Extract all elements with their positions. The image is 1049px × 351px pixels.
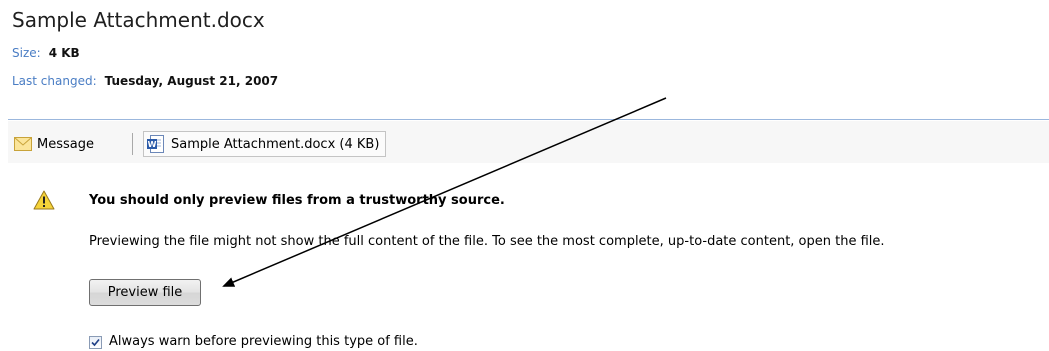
attachment-tab-bar: Message W Sample Attachment.docx (4 KB) [8, 121, 1049, 163]
always-warn-checkbox[interactable] [89, 336, 102, 349]
warning-body: Previewing the file might not show the f… [89, 234, 885, 249]
svg-text:W: W [148, 140, 157, 149]
last-changed-value: Tuesday, August 21, 2007 [104, 74, 279, 88]
warning-heading: You should only preview files from a tru… [89, 193, 505, 208]
envelope-icon [14, 137, 32, 151]
tab-message-label: Message [37, 136, 94, 152]
size-value: 4 KB [48, 46, 80, 60]
tab-message[interactable]: Message [14, 133, 94, 155]
checkmark-icon [91, 338, 100, 347]
last-changed-label: Last changed: [12, 74, 97, 88]
size-label: Size: [12, 46, 41, 60]
last-changed-row: Last changed: Tuesday, August 21, 2007 [12, 74, 278, 88]
preview-file-button[interactable]: Preview file [89, 279, 201, 306]
tab-attachment[interactable]: W Sample Attachment.docx (4 KB) [143, 131, 387, 157]
header-divider [8, 119, 1049, 120]
attachment-title: Sample Attachment.docx [12, 8, 265, 32]
file-size-row: Size: 4 KB [12, 46, 80, 60]
tab-separator [132, 133, 133, 155]
word-document-icon: W [146, 134, 166, 154]
always-warn-label: Always warn before previewing this type … [109, 334, 418, 349]
warning-icon [33, 190, 55, 214]
tab-attachment-label: Sample Attachment.docx (4 KB) [171, 136, 380, 152]
